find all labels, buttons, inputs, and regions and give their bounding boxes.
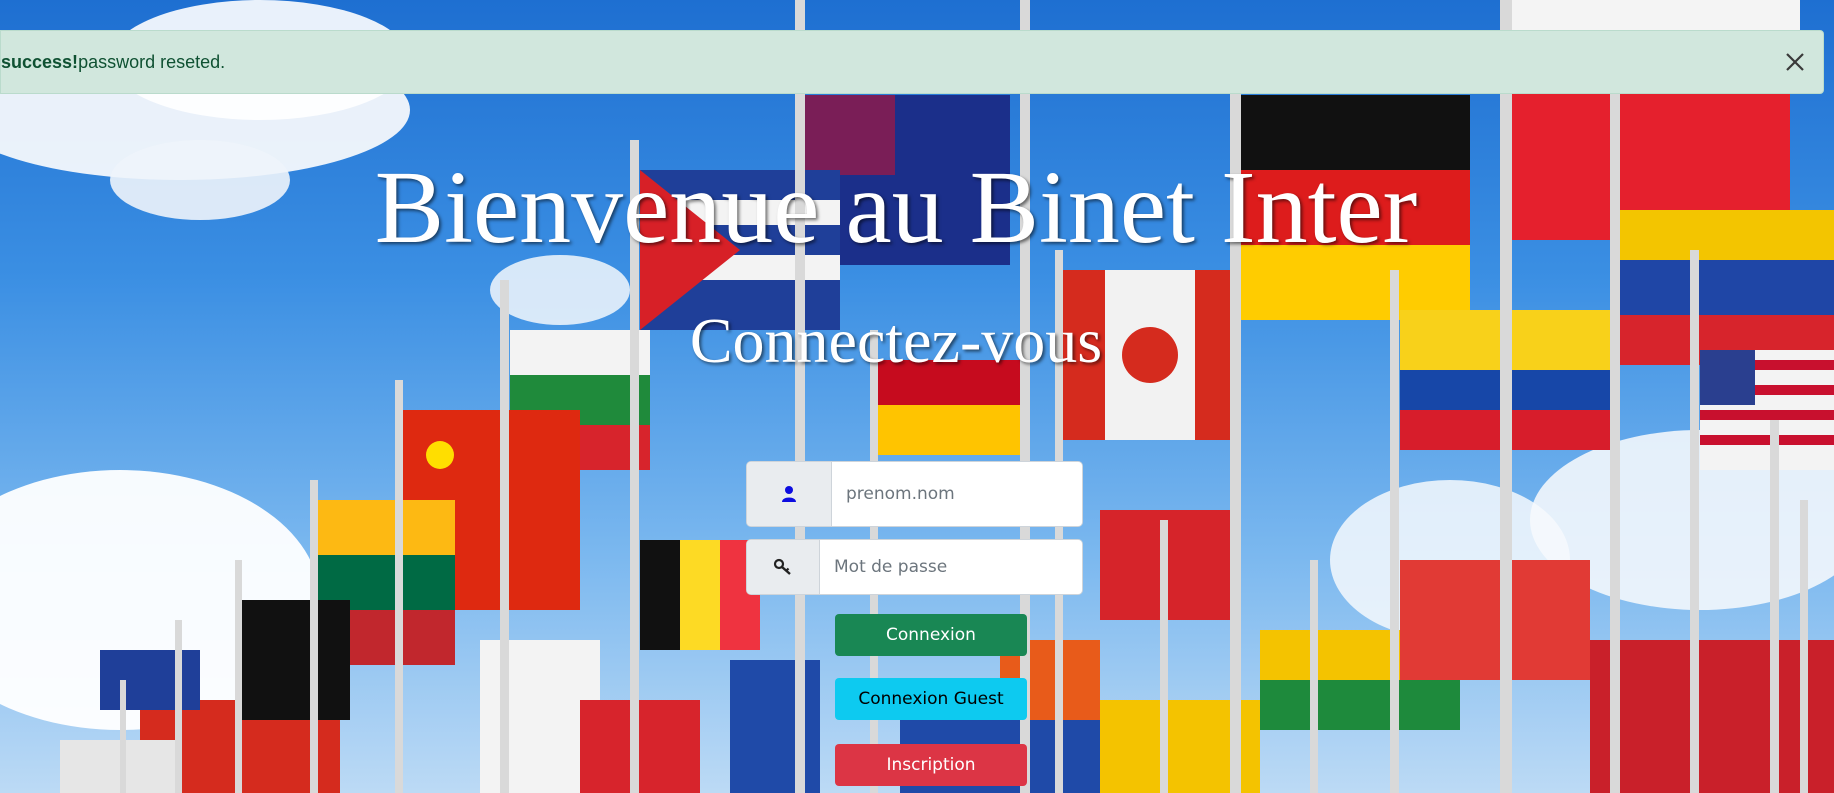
login-button[interactable]: Connexion [835,614,1027,656]
background-flags-image [0,0,1834,793]
key-icon [747,540,820,594]
password-input-group [746,539,1083,595]
password-input[interactable] [820,540,1082,594]
page-subtitle: Connectez-vous [689,305,1103,376]
close-icon[interactable] [1781,48,1809,76]
page-title: Bienvenue au Binet Inter [374,150,1418,265]
username-input-group [746,461,1083,527]
alert-message: password reseted. [78,51,226,72]
username-input[interactable] [832,462,1082,526]
guest-login-button[interactable]: Connexion Guest [835,678,1027,720]
alert-strong-text: success! [1,51,79,72]
user-icon [747,462,832,526]
signup-button[interactable]: Inscription [835,744,1027,786]
success-alert: success! password reseted. [0,30,1824,94]
